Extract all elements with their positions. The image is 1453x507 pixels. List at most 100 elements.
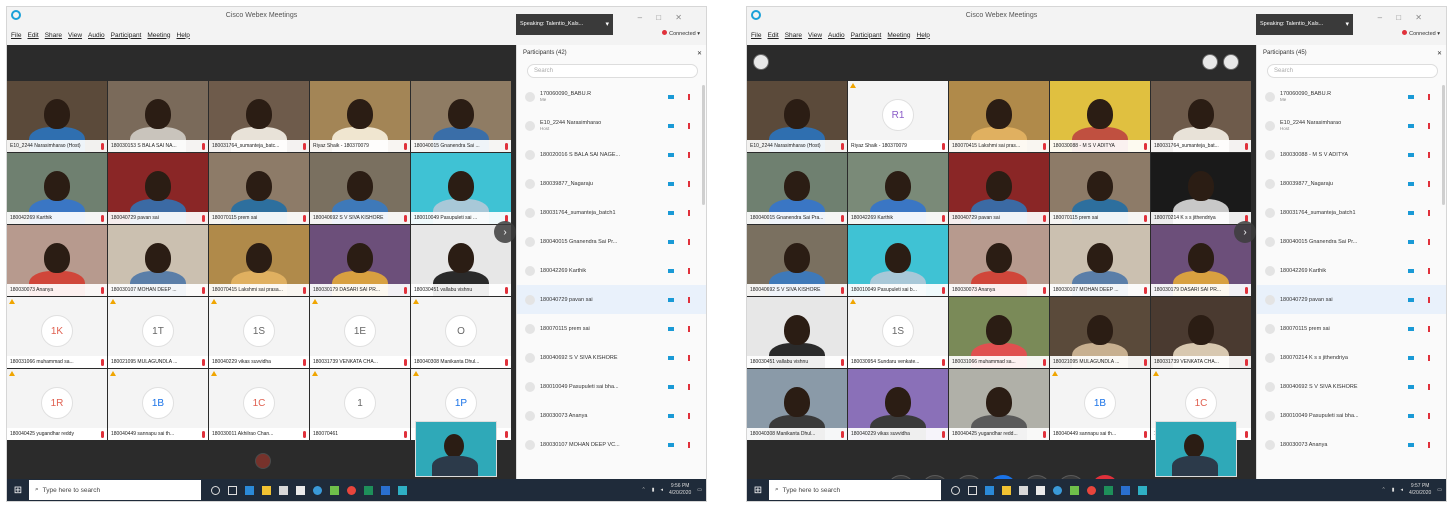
menu-meeting[interactable]: Meeting xyxy=(147,32,170,39)
participant-row[interactable]: 180031764_sumanteja_batch1 xyxy=(517,198,706,227)
menu-participant[interactable]: Participant xyxy=(851,32,882,39)
video-tile[interactable]: 1C 180030011 Akhilrao Chan... xyxy=(209,369,309,440)
participant-row[interactable]: 180039877_Nagaraju xyxy=(1257,169,1446,198)
video-tile[interactable]: 180040692 S V SIVA KISHORE xyxy=(310,153,410,224)
participant-row[interactable]: 180010049 Pasupuleti sai bha... xyxy=(517,372,706,401)
meeting-info-icon[interactable] xyxy=(753,54,769,70)
app-icon[interactable] xyxy=(1070,485,1079,495)
end-call-icon[interactable] xyxy=(255,453,271,469)
video-tile[interactable]: 180030107 MOHAN DEEP ... xyxy=(1050,225,1150,296)
close-icon[interactable]: ✕ xyxy=(1437,50,1442,57)
mail-icon[interactable] xyxy=(296,485,305,495)
volume-icon[interactable]: ◂ xyxy=(1401,487,1404,493)
participant-row[interactable]: 180039877_Nagaraju xyxy=(517,169,706,198)
menu-view[interactable]: View xyxy=(68,32,82,39)
video-tile[interactable]: 180030153 S BALA SAI NA... xyxy=(108,81,208,152)
taskbar-search[interactable]: ⌕ Type here to search xyxy=(29,480,201,500)
participant-row[interactable]: 180040015 Gnanendra Sai Pr... xyxy=(1257,227,1446,256)
video-tile[interactable]: 1E 180031739 VENKATA CHA... xyxy=(310,297,410,368)
active-speaker-indicator[interactable]: Speaking: Talentio_Kals... xyxy=(1256,14,1353,35)
menu-file[interactable]: File xyxy=(11,32,21,39)
video-tile[interactable]: 180042269 Karthik xyxy=(848,153,948,224)
participant-row[interactable]: 180030107 MOHAN DEEP VC... xyxy=(517,430,706,459)
video-tile[interactable]: O 180040308 Manikanta Dhul... xyxy=(411,297,511,368)
video-tile[interactable]: 180070115 prem sai xyxy=(209,153,309,224)
video-tile[interactable]: 180040425 yugandhar redd... xyxy=(949,369,1049,440)
volume-icon[interactable]: ◂ xyxy=(661,487,664,493)
video-tile[interactable]: 180070214 K s s jithendriya xyxy=(1151,153,1251,224)
menu-audio[interactable]: Audio xyxy=(88,32,105,39)
video-tile[interactable]: 1R 180040425 yugandhar reddy xyxy=(7,369,107,440)
participant-row[interactable]: 180070214 K s s jithendriya xyxy=(1257,343,1446,372)
participant-row[interactable]: 170060090_BABU.R Me xyxy=(517,82,706,111)
menu-audio[interactable]: Audio xyxy=(828,32,845,39)
video-tile[interactable]: 1 180070461 xyxy=(310,369,410,440)
video-tile[interactable]: 180040308 Manikanta Dhul... xyxy=(747,369,847,440)
video-tile[interactable]: 1K 180031066 muhammad sa... xyxy=(7,297,107,368)
next-page-icon[interactable]: › xyxy=(494,221,516,243)
chrome-icon[interactable] xyxy=(1087,485,1096,495)
network-icon[interactable]: ▮ xyxy=(1392,487,1395,493)
video-tile[interactable]: 180030073 Ananya xyxy=(7,225,107,296)
menu-file[interactable]: File xyxy=(751,32,761,39)
video-tile[interactable]: 180040729 pavan sai xyxy=(949,153,1049,224)
video-tile[interactable]: 180031066 muhammad sa... xyxy=(949,297,1049,368)
video-tile[interactable]: 180040692 S V SIVA KISHORE xyxy=(747,225,847,296)
network-icon[interactable]: ▮ xyxy=(652,487,655,493)
menu-view[interactable]: View xyxy=(808,32,822,39)
participant-search-input[interactable]: Search xyxy=(527,64,698,78)
participant-search-input[interactable]: Search xyxy=(1267,64,1438,78)
window-controls[interactable]: – □ ✕ xyxy=(638,13,688,22)
video-tile[interactable]: 1B 180040449 sannapu sai th... xyxy=(108,369,208,440)
menu-share[interactable]: Share xyxy=(785,32,802,39)
clock[interactable]: 9:57 PM 4/20/2020 xyxy=(1409,483,1431,497)
store-icon[interactable] xyxy=(279,485,288,495)
video-tile[interactable]: 180040015 Gnanendra Sai ... xyxy=(411,81,511,152)
webex-meeting-icon[interactable] xyxy=(398,485,407,495)
video-tile[interactable]: 180040015 Gnanendra Sai Pra... xyxy=(747,153,847,224)
video-tile[interactable]: 180070415 Lakshmi sai pras... xyxy=(949,81,1049,152)
windows-start-icon[interactable]: ⊞ xyxy=(747,479,769,501)
edge-icon[interactable] xyxy=(245,485,254,495)
participants-header[interactable]: Participants (45) ✕ xyxy=(1257,45,1446,61)
excel-icon[interactable] xyxy=(364,485,373,495)
participant-row[interactable]: 180040015 Gnanendra Sai Pr... xyxy=(517,227,706,256)
store-icon[interactable] xyxy=(1019,485,1028,495)
video-tile[interactable]: 180030451 vallabu vishnu xyxy=(747,297,847,368)
menu-help[interactable]: Help xyxy=(917,32,930,39)
menu-participant[interactable]: Participant xyxy=(111,32,142,39)
clock[interactable]: 9:56 PM 4/20/2020 xyxy=(669,483,691,497)
video-tile[interactable]: 180010049 Pasupuleti sai ... xyxy=(411,153,511,224)
video-tile[interactable]: 180021095 MULAGUNDLA ... xyxy=(1050,297,1150,368)
participant-row[interactable]: 180042269 Karthik xyxy=(517,256,706,285)
self-view-video[interactable] xyxy=(1155,421,1237,477)
participant-row[interactable]: 180040692 S V SIVA KISHORE xyxy=(1257,372,1446,401)
video-tile[interactable]: 180030088 - M S V ADITYA xyxy=(1050,81,1150,152)
connection-status[interactable]: Connected ▾ xyxy=(1402,30,1440,37)
video-tile[interactable]: E10_2244 Narasimharao (Host) xyxy=(747,81,847,152)
participant-row[interactable]: 170060090_BABU.R Me xyxy=(1257,82,1446,111)
tray-chevron-icon[interactable]: ⌃ xyxy=(642,487,646,493)
task-view-icon[interactable] xyxy=(228,485,237,495)
webex-taskbar-icon[interactable] xyxy=(1053,485,1062,495)
video-tile[interactable]: 180040229 vikas suvvidha xyxy=(848,369,948,440)
video-tile[interactable]: 1T 180021095 MULAGUNDLA ... xyxy=(108,297,208,368)
participant-row[interactable]: 180070115 prem sai xyxy=(1257,314,1446,343)
active-speaker-indicator[interactable]: Speaking: Talentio_Kals... xyxy=(516,14,613,35)
video-tile[interactable]: 180031739 VENKATA CHA... xyxy=(1151,297,1251,368)
file-explorer-icon[interactable] xyxy=(1002,485,1011,495)
layout-icon[interactable] xyxy=(1202,54,1218,70)
video-tile[interactable]: 180040729 pavan sai xyxy=(108,153,208,224)
webex-taskbar-icon[interactable] xyxy=(313,485,322,495)
windows-start-icon[interactable]: ⊞ xyxy=(7,479,29,501)
video-tile[interactable]: 180030073 Ananya xyxy=(949,225,1049,296)
participant-scrollbar[interactable] xyxy=(1442,85,1445,205)
participant-row[interactable]: 180070115 prem sai xyxy=(517,314,706,343)
participant-row[interactable]: 180040692 S V SIVA KISHORE xyxy=(517,343,706,372)
menu-edit[interactable]: Edit xyxy=(767,32,778,39)
edge-icon[interactable] xyxy=(985,485,994,495)
video-tile[interactable]: 1S 180030954 Sundaru venkate... xyxy=(848,297,948,368)
fullscreen-icon[interactable] xyxy=(1223,54,1239,70)
video-tile[interactable]: 180031764_sumanteja_bat... xyxy=(1151,81,1251,152)
video-tile[interactable]: 1B 180040449 sannapu sai th... xyxy=(1050,369,1150,440)
